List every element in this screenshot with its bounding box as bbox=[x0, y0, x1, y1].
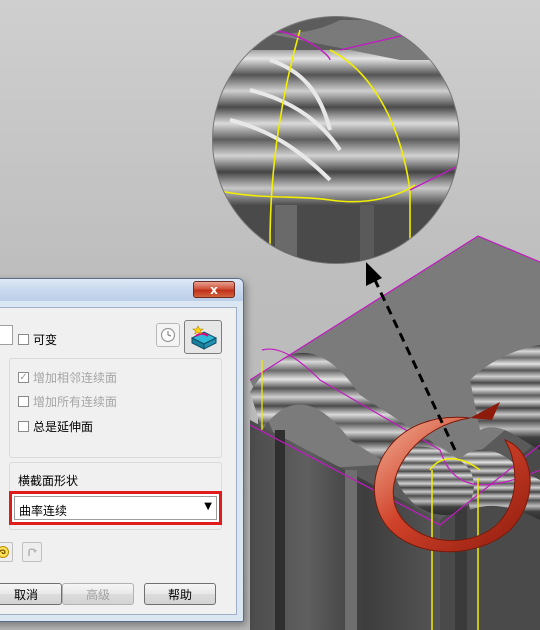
undo-icon bbox=[0, 546, 9, 558]
close-button[interactable]: x bbox=[193, 281, 235, 298]
always-extend-checkbox-label: 总是延伸面 bbox=[33, 420, 94, 434]
dialog-body: 可变 ✓ 增加相邻连续面 增加所有连续面 总是延伸面 横截面形状 曲率连续 ▼ … bbox=[0, 307, 237, 615]
cross-section-highlight: 曲率连续 ▼ bbox=[9, 491, 222, 525]
always-extend-checkbox[interactable]: 总是延伸面 bbox=[18, 418, 93, 435]
variable-checkbox-box[interactable] bbox=[18, 334, 29, 345]
add-adjacent-checkbox-label: 增加相邻连续面 bbox=[33, 371, 118, 385]
add-all-checkbox[interactable]: 增加所有连续面 bbox=[18, 393, 117, 410]
advanced-button[interactable]: 高级 bbox=[62, 583, 134, 605]
fillet-dialog: x 可变 ✓ 增加相邻连续面 增加所有连续面 总是延伸面 横截面形状 曲率连续 … bbox=[0, 278, 244, 622]
cross-section-label: 横截面形状 bbox=[18, 474, 79, 488]
add-all-checkbox-label: 增加所有连续面 bbox=[33, 395, 118, 409]
add-all-checkbox-box[interactable] bbox=[18, 396, 29, 407]
history-button[interactable] bbox=[156, 323, 180, 347]
variable-checkbox[interactable]: 可变 bbox=[18, 331, 57, 348]
clock-icon bbox=[160, 327, 176, 343]
cross-section-value: 曲率连续 bbox=[19, 504, 68, 518]
undo-button[interactable] bbox=[0, 542, 13, 562]
always-extend-checkbox-box[interactable] bbox=[18, 421, 29, 432]
preview-button[interactable] bbox=[184, 320, 222, 354]
dropdown-arrow-icon[interactable]: ▼ bbox=[204, 501, 212, 512]
cancel-button[interactable]: 取消 bbox=[0, 583, 62, 605]
add-adjacent-checkbox[interactable]: ✓ 增加相邻连续面 bbox=[18, 369, 117, 386]
redo-icon bbox=[28, 548, 37, 556]
cross-section-dropdown[interactable]: 曲率连续 ▼ bbox=[14, 496, 217, 520]
add-adjacent-checkbox-box[interactable]: ✓ bbox=[18, 372, 29, 383]
radius-input[interactable] bbox=[0, 325, 13, 345]
zoom-detail-view bbox=[212, 16, 460, 264]
cad-model bbox=[249, 235, 540, 630]
fillet-preview-icon bbox=[190, 325, 218, 350]
variable-checkbox-label: 可变 bbox=[33, 333, 58, 347]
dialog-titlebar: x bbox=[0, 279, 243, 301]
help-button[interactable]: 帮助 bbox=[144, 583, 216, 605]
redo-button[interactable] bbox=[22, 542, 42, 562]
